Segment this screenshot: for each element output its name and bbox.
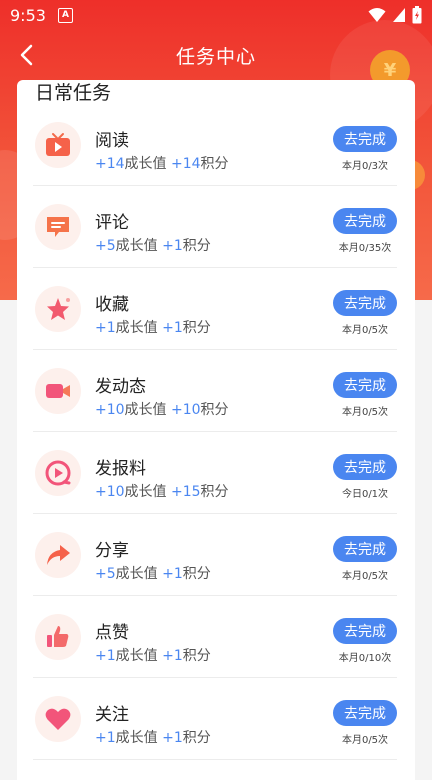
task-rewards: +1成长值 +1积分: [95, 317, 211, 337]
tv-icon: [46, 133, 70, 156]
wifi-icon: [368, 8, 386, 22]
growth-label: 成长值: [115, 566, 158, 582]
complete-task-button[interactable]: 去完成: [333, 290, 397, 316]
points-label: 积分: [182, 566, 211, 582]
battery-icon: [412, 6, 422, 24]
cell-signal-icon: [393, 8, 405, 22]
points-value: +1: [162, 320, 183, 336]
task-name: 关注: [95, 705, 129, 725]
status-time: 9:53: [10, 5, 46, 25]
points-label: 积分: [182, 320, 211, 336]
points-value: +15: [171, 484, 201, 500]
task-name: 评论: [95, 213, 129, 233]
thumbs-up-icon: [47, 626, 69, 647]
daily-tasks-card: 日常任务 阅读 +14成长值 +14积分 去完成 本月0/3次 评论 +5成长值: [17, 80, 415, 780]
task-progress: 本月0/5次: [341, 571, 389, 582]
task-progress: 本月0/5次: [341, 325, 389, 336]
task-rewards: +1成长值 +1积分: [95, 645, 211, 665]
growth-label: 成长值: [124, 402, 167, 418]
comment-icon: [47, 217, 69, 237]
complete-task-button[interactable]: 去完成: [333, 700, 397, 726]
growth-label: 成长值: [115, 320, 158, 336]
section-title: 日常任务: [35, 82, 112, 104]
video-camera-icon: [46, 384, 70, 398]
task-rewards: +10成长值 +10积分: [95, 399, 229, 419]
task-item-submit-tip: 发报料 +10成长值 +15积分 去完成 今日0/1次: [33, 432, 397, 514]
task-progress: 本月0/5次: [341, 407, 389, 418]
complete-task-button[interactable]: 去完成: [333, 126, 397, 152]
task-name: 发动态: [95, 377, 146, 397]
growth-value: +10: [95, 402, 125, 418]
points-value: +1: [162, 648, 183, 664]
task-name: 分享: [95, 541, 129, 561]
task-item-post-update: 发动态 +10成长值 +10积分 去完成 本月0/5次: [33, 350, 397, 432]
back-arrow-icon[interactable]: [14, 42, 40, 68]
task-progress: 本月0/35次: [338, 243, 392, 254]
app-notification-icon: A: [57, 7, 73, 23]
growth-value: +1: [95, 320, 116, 336]
complete-task-button[interactable]: 去完成: [333, 372, 397, 398]
star-icon: [47, 298, 70, 320]
task-icon-background: [35, 204, 81, 250]
growth-value: +1: [95, 730, 116, 746]
growth-value: +10: [95, 484, 125, 500]
task-icon-background: [35, 696, 81, 742]
growth-label: 成长值: [115, 730, 158, 746]
task-item-read: 阅读 +14成长值 +14积分 去完成 本月0/3次: [33, 104, 397, 186]
points-label: 积分: [182, 648, 211, 664]
task-icon-background: [35, 122, 81, 168]
play-circle-icon: [45, 460, 71, 486]
task-item-comment: 评论 +5成长值 +1积分 去完成 本月0/35次: [33, 186, 397, 268]
growth-label: 成长值: [124, 484, 167, 500]
page-title: 任务中心: [175, 45, 256, 68]
task-rewards: +14成长值 +14积分: [95, 153, 229, 173]
growth-label: 成长值: [115, 238, 158, 254]
points-value: +1: [162, 730, 183, 746]
growth-label: 成长值: [115, 648, 158, 664]
growth-label: 成长值: [124, 156, 167, 172]
task-icon-background: [35, 368, 81, 414]
points-label: 积分: [200, 156, 229, 172]
task-rewards: +10成长值 +15积分: [95, 481, 229, 501]
growth-value: +5: [95, 238, 116, 254]
complete-task-button[interactable]: 去完成: [333, 618, 397, 644]
complete-task-button[interactable]: 去完成: [333, 454, 397, 480]
task-icon-background: [35, 286, 81, 332]
task-rewards: +5成长值 +1积分: [95, 235, 211, 255]
points-value: +14: [171, 156, 201, 172]
task-progress: 本月0/10次: [338, 653, 392, 664]
task-progress: 本月0/5次: [341, 735, 389, 746]
points-value: +1: [162, 566, 183, 582]
complete-task-button[interactable]: 去完成: [333, 208, 397, 234]
task-item-share: 分享 +5成长值 +1积分 去完成 本月0/5次: [33, 514, 397, 596]
points-value: +10: [171, 402, 201, 418]
title-bar: 任务中心: [0, 30, 432, 80]
share-icon: [47, 545, 70, 565]
complete-task-button[interactable]: 去完成: [333, 536, 397, 562]
task-rewards: +5成长值 +1积分: [95, 563, 211, 583]
task-item-follow: 关注 +1成长值 +1积分 去完成 本月0/5次: [33, 678, 397, 760]
heart-icon: [45, 708, 71, 730]
points-value: +1: [162, 238, 183, 254]
task-name: 发报料: [95, 459, 146, 479]
growth-value: +1: [95, 648, 116, 664]
status-bar: 9:53 A: [0, 0, 432, 30]
task-name: 收藏: [95, 295, 129, 315]
task-item-like: 点赞 +1成长值 +1积分 去完成 本月0/10次: [33, 596, 397, 678]
task-icon-background: [35, 532, 81, 578]
task-icon-background: [35, 450, 81, 496]
task-progress: 今日0/1次: [341, 489, 389, 500]
task-name: 阅读: [95, 131, 129, 151]
growth-value: +5: [95, 566, 116, 582]
growth-value: +14: [95, 156, 125, 172]
points-label: 积分: [182, 730, 211, 746]
points-label: 积分: [200, 484, 229, 500]
task-name: 点赞: [95, 623, 129, 643]
points-label: 积分: [200, 402, 229, 418]
task-progress: 本月0/3次: [341, 161, 389, 172]
task-item-favorite: 收藏 +1成长值 +1积分 去完成 本月0/5次: [33, 268, 397, 350]
task-icon-background: [35, 614, 81, 660]
points-label: 积分: [182, 238, 211, 254]
task-rewards: +1成长值 +1积分: [95, 727, 211, 747]
